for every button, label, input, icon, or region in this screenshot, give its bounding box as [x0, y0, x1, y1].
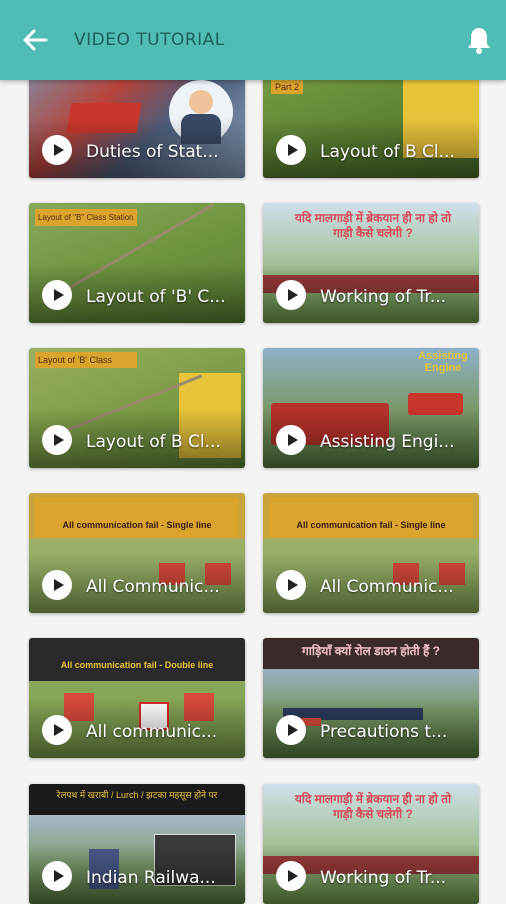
video-title: Assisting Engi... — [320, 432, 455, 452]
video-title: Precautions t... — [320, 722, 448, 742]
thumbnail-caption: गाड़ियाँ क्यों रोल डाउन होती हैं ? — [302, 644, 440, 658]
app-bar: VIDEO TUTORIAL — [0, 0, 506, 80]
video-card[interactable]: यदि मालगाड़ी में ब्रेकयान ही ना हो तो गा… — [263, 203, 479, 323]
notifications-button[interactable] — [465, 25, 493, 55]
play-icon — [276, 715, 306, 745]
video-title: Layout of 'B' C... — [86, 287, 226, 307]
thumbnail-caption: यदि मालगाड़ी में ब्रेकयान ही ना हो तो गा… — [294, 211, 452, 240]
video-title: Working of Tr... — [320, 287, 447, 307]
video-title: All Communic... — [86, 577, 220, 597]
video-title: Indian Railwa... — [86, 868, 216, 888]
thumbnail-caption: All communication fail - Single line — [269, 497, 473, 537]
thumbnail-caption: Assisting Engine — [418, 350, 468, 374]
play-icon — [42, 425, 72, 455]
thumbnail-caption: यदि मालगाड़ी में ब्रेकयान ही ना हो तो गा… — [294, 792, 452, 821]
page-title: VIDEO TUTORIAL — [74, 30, 225, 50]
bell-icon — [468, 28, 490, 54]
video-card[interactable]: गाड़ियाँ क्यों रोल डाउन होती हैं ? Preca… — [263, 638, 479, 758]
video-card[interactable]: All communication fail - Single line All… — [263, 493, 479, 613]
play-icon — [276, 135, 306, 165]
play-icon — [42, 570, 72, 600]
video-title: All Communic... — [320, 577, 454, 597]
video-card[interactable]: Layout of 'B' Class Layout of B Cl... — [29, 348, 245, 468]
play-icon — [276, 570, 306, 600]
video-card[interactable]: Layout of "B" Class Station Layout of 'B… — [29, 203, 245, 323]
play-icon — [42, 280, 72, 310]
play-icon — [276, 861, 306, 891]
video-card[interactable]: All communication fail - Double line All… — [29, 638, 245, 758]
video-title: Working of Tr... — [320, 868, 447, 888]
video-card[interactable]: All communication fail - Single line All… — [29, 493, 245, 613]
play-icon — [42, 715, 72, 745]
thumbnail-caption: Layout of "B" Class Station — [35, 209, 137, 226]
video-title: Layout of B Cl... — [320, 142, 455, 162]
video-card[interactable]: रेलपथ में खराबी / Lurch / झटका महसूस होन… — [29, 784, 245, 904]
play-icon — [276, 280, 306, 310]
video-title: Layout of B Cl... — [86, 432, 221, 452]
video-title: Duties of Stat... — [86, 142, 219, 162]
video-card[interactable]: यदि मालगाड़ी में ब्रेकयान ही ना हो तो गा… — [263, 784, 479, 904]
thumbnail-caption: रेलपथ में खराबी / Lurch / झटका महसूस होन… — [56, 790, 218, 800]
play-icon — [276, 425, 306, 455]
video-card[interactable]: Assisting Engine Assisting Engi... — [263, 348, 479, 468]
play-icon — [42, 135, 72, 165]
thumbnail-caption: All communication fail - Double line — [60, 660, 214, 670]
play-icon — [42, 861, 72, 891]
thumbnail-caption: Layout of 'B' Class — [35, 352, 137, 368]
back-button[interactable] — [20, 25, 50, 55]
video-title: All communic... — [86, 722, 218, 742]
arrow-left-icon — [23, 29, 48, 51]
thumbnail-caption: Part 2 — [271, 80, 304, 94]
thumbnail-caption: All communication fail - Single line — [35, 497, 239, 537]
